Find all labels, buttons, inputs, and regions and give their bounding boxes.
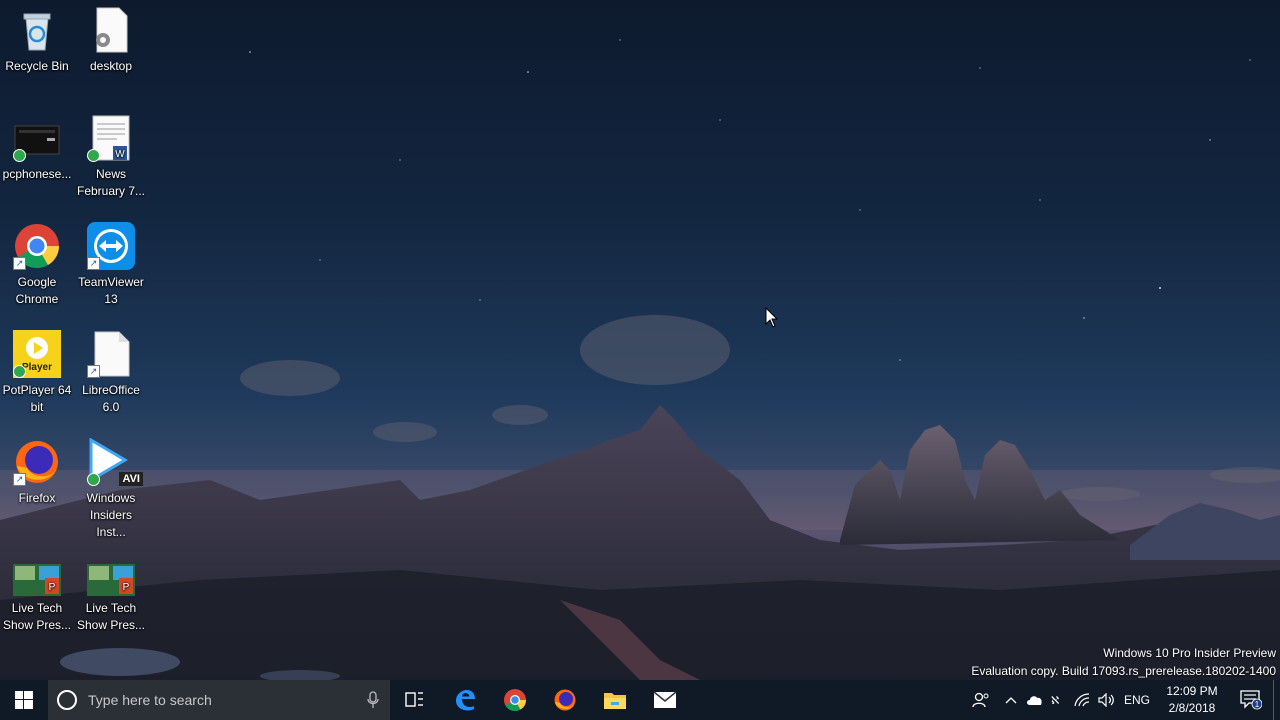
chevron-up-icon	[1005, 697, 1017, 704]
firefox-icon[interactable]: ↗ Firefox	[0, 434, 74, 507]
people-button[interactable]	[963, 680, 999, 720]
teamviewer-icon[interactable]: ↗ TeamViewer 13	[74, 218, 148, 308]
system-tray: ℵ ENG 12:09 PM 2/8/2018 1	[963, 680, 1280, 720]
news-document-icon[interactable]: W News February 7...	[74, 110, 148, 200]
file-explorer-icon	[604, 693, 626, 709]
edge-taskbar-button[interactable]	[440, 680, 490, 720]
sync-check-icon	[13, 365, 26, 378]
volume-button[interactable]	[1095, 680, 1119, 720]
windows-insiders-label: Windows Insiders Inst...	[86, 491, 136, 539]
network-button[interactable]	[1071, 680, 1095, 720]
search-box[interactable]: Type here to search	[48, 680, 390, 720]
windows-logo-icon	[15, 691, 33, 709]
edge-icon	[456, 690, 475, 711]
recycle-bin-icon[interactable]: Recycle Bin	[0, 2, 74, 75]
clock[interactable]: 12:09 PM 2/8/2018	[1155, 683, 1229, 717]
chrome-icon	[504, 689, 526, 711]
watermark-line-2: Evaluation copy. Build 17093.rs_prerelea…	[971, 664, 1276, 678]
desktop[interactable]: Recycle Bin desktop pcphonese... W News …	[0, 0, 1280, 680]
sync-check-icon	[13, 149, 26, 162]
shortcut-arrow-icon: ↗	[13, 257, 26, 270]
sync-check-icon	[87, 149, 100, 162]
show-hidden-icons-button[interactable]	[999, 680, 1023, 720]
task-view-icon	[405, 692, 423, 707]
potplayer-label: PotPlayer 64 bit	[2, 383, 72, 414]
svg-text:W: W	[115, 149, 125, 160]
task-view-button[interactable]	[390, 680, 440, 720]
desktop-ini-file[interactable]: desktop	[74, 2, 148, 75]
svg-text:P: P	[123, 582, 130, 593]
firefox-label: Firefox	[18, 491, 56, 505]
wallpaper	[0, 39, 1280, 680]
live-tech-show-1-icon[interactable]: P Live Tech Show Pres...	[0, 560, 74, 634]
file-explorer-taskbar-button[interactable]	[590, 680, 640, 720]
clock-date: 2/8/2018	[1168, 701, 1216, 715]
live-tech-show-2-label: Live Tech Show Pres...	[76, 601, 146, 632]
svg-text:ℵ: ℵ	[1051, 695, 1059, 707]
microphone-icon[interactable]	[366, 691, 380, 709]
wifi-icon	[1074, 693, 1090, 707]
mail-icon	[653, 691, 677, 708]
start-button[interactable]	[0, 680, 48, 720]
google-chrome-label: Google Chrome	[15, 275, 59, 306]
desktop-file-label: desktop	[89, 59, 133, 73]
live-tech-show-2-icon[interactable]: P Live Tech Show Pres...	[74, 560, 148, 634]
search-placeholder: Type here to search	[88, 692, 212, 708]
pcphonese-label: pcphonese...	[2, 167, 72, 181]
language-indicator[interactable]: ENG	[1119, 680, 1155, 720]
onedrive-cloud-icon	[1027, 696, 1042, 705]
teamviewer-label: TeamViewer 13	[78, 275, 144, 306]
show-desktop-button[interactable]	[1273, 680, 1280, 720]
svg-text:P: P	[49, 582, 56, 593]
google-chrome-icon[interactable]: ↗ Google Chrome	[0, 218, 74, 308]
notification-icon: 1	[1240, 690, 1262, 710]
notification-count: 1	[1255, 700, 1260, 709]
firefox-icon	[554, 689, 576, 711]
pcphonese-icon[interactable]: pcphonese...	[0, 110, 74, 183]
mail-taskbar-button[interactable]	[640, 680, 690, 720]
mouse-cursor-icon	[765, 307, 779, 328]
clock-time: 12:09 PM	[1166, 684, 1218, 698]
onedrive-button[interactable]	[1023, 680, 1047, 720]
action-center-button[interactable]: 1	[1229, 680, 1273, 720]
libreoffice-label: LibreOffice 6.0	[82, 383, 140, 414]
input-indicator-button[interactable]: ℵ	[1047, 680, 1071, 720]
shortcut-arrow-icon: ↗	[87, 257, 100, 270]
shortcut-arrow-icon: ↗	[87, 365, 100, 378]
potplayer-icon[interactable]: Player PotPlayer 64 bit	[0, 326, 74, 416]
shortcut-arrow-icon: ↗	[13, 473, 26, 486]
speaker-icon	[1098, 693, 1114, 707]
keyboard-icon: ℵ	[1051, 695, 1059, 707]
windows-watermark: Windows 10 Pro Insider Preview Evaluatio…	[971, 644, 1276, 680]
cortana-icon	[57, 690, 77, 710]
firefox-taskbar-button[interactable]	[540, 680, 590, 720]
sync-check-icon	[87, 473, 100, 486]
taskbar: Type here to search ℵ ENG 12:09 PM 2/8/2…	[0, 680, 1280, 720]
libreoffice-icon[interactable]: ↗ LibreOffice 6.0	[74, 326, 148, 416]
recycle-bin-label: Recycle Bin	[5, 59, 69, 73]
chrome-taskbar-button[interactable]	[490, 680, 540, 720]
people-icon	[972, 692, 989, 708]
news-document-label: News February 7...	[76, 167, 146, 198]
avi-badge: AVI	[119, 472, 143, 486]
watermark-line-1: Windows 10 Pro Insider Preview	[1103, 646, 1276, 660]
live-tech-show-1-label: Live Tech Show Pres...	[2, 601, 72, 632]
windows-insiders-video-icon[interactable]: AVI Windows Insiders Inst...	[74, 434, 148, 541]
